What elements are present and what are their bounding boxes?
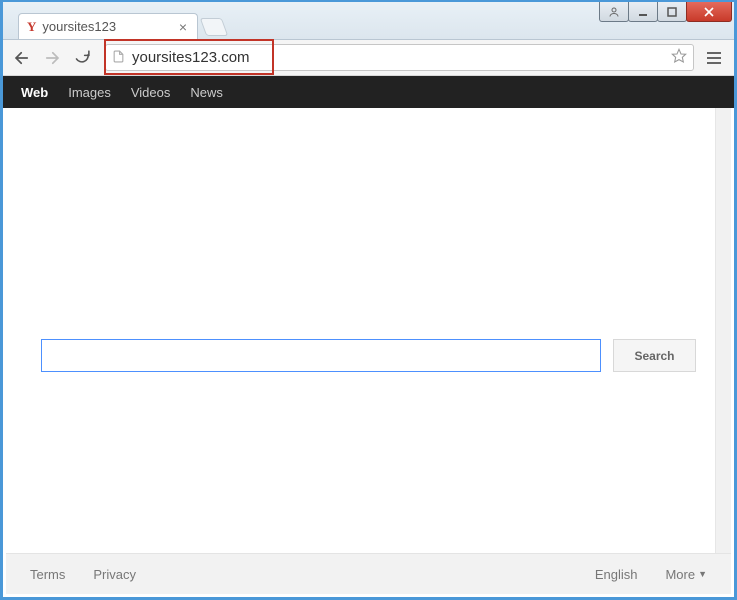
- browser-toolbar: yoursites123.com: [3, 40, 734, 76]
- nav-tab-web[interactable]: Web: [21, 85, 48, 100]
- footer-privacy-link[interactable]: Privacy: [93, 567, 136, 582]
- footer-language-link[interactable]: English: [595, 567, 638, 582]
- search-area: Search: [41, 339, 695, 372]
- footer-terms-link[interactable]: Terms: [30, 567, 65, 582]
- dropdown-caret-icon: ▼: [698, 569, 707, 579]
- nav-tab-news[interactable]: News: [190, 85, 223, 100]
- nav-tab-videos[interactable]: Videos: [131, 85, 171, 100]
- search-input[interactable]: [41, 339, 601, 372]
- maximize-button[interactable]: [657, 2, 687, 22]
- bookmark-star-icon[interactable]: [671, 48, 687, 67]
- minimize-button[interactable]: [628, 2, 658, 22]
- page-content: Search: [3, 108, 734, 553]
- forward-button[interactable]: [41, 47, 63, 69]
- back-button[interactable]: [11, 47, 33, 69]
- reload-button[interactable]: [71, 47, 93, 69]
- close-tab-icon[interactable]: ×: [177, 20, 189, 34]
- browser-tab[interactable]: Y yoursites123 ×: [18, 13, 198, 39]
- window-titlebar: Y yoursites123 ×: [3, 2, 734, 40]
- nav-tab-images[interactable]: Images: [68, 85, 111, 100]
- site-category-nav: Web Images Videos News: [3, 76, 734, 108]
- address-bar[interactable]: yoursites123.com: [105, 44, 694, 71]
- footer-more-link[interactable]: More ▼: [665, 567, 707, 582]
- vertical-scrollbar[interactable]: [715, 108, 731, 594]
- page-footer: Terms Privacy English More ▼: [6, 553, 731, 594]
- menu-button[interactable]: [702, 46, 726, 70]
- page-icon: [112, 49, 125, 67]
- user-icon[interactable]: [599, 2, 629, 22]
- favicon-icon: Y: [27, 20, 36, 33]
- search-button[interactable]: Search: [613, 339, 695, 372]
- close-window-button[interactable]: [686, 2, 732, 22]
- new-tab-button[interactable]: [200, 18, 229, 36]
- url-text: yoursites123.com: [132, 49, 250, 66]
- footer-more-label: More: [665, 567, 695, 582]
- tab-title: yoursites123: [42, 19, 170, 34]
